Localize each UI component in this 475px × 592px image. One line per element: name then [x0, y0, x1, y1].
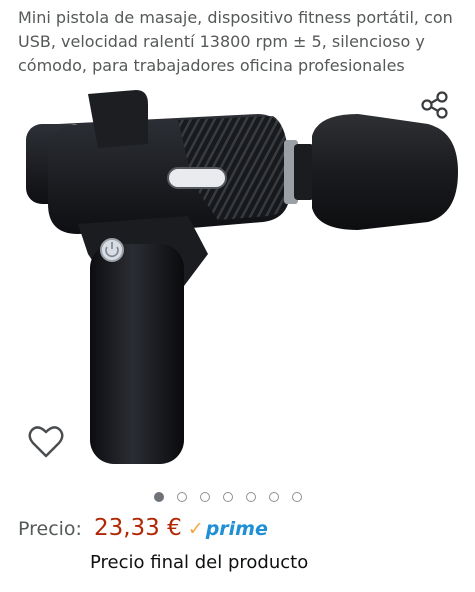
price-label: Precio: — [18, 518, 82, 540]
product-title: Mini pistola de masaje, dispositivo fitn… — [18, 8, 453, 75]
heart-outline-icon[interactable] — [26, 424, 66, 460]
final-price-note: Precio final del producto — [90, 552, 309, 573]
price-value: 23,33 € — [93, 515, 182, 541]
image-carousel-indicator[interactable] — [154, 490, 302, 504]
carousel-dot[interactable] — [223, 492, 233, 502]
carousel-dot[interactable] — [177, 492, 187, 502]
carousel-dot[interactable] — [154, 492, 164, 502]
prime-text: prime — [205, 518, 268, 540]
carousel-dot[interactable] — [200, 492, 210, 502]
prime-check-icon: ✓ — [187, 518, 204, 540]
price-row: Precio: 23,33 € ✓ prime — [18, 515, 268, 545]
carousel-dot[interactable] — [292, 492, 302, 502]
carousel-dot[interactable] — [246, 492, 256, 502]
product-image-massage-gun[interactable] — [18, 84, 458, 464]
carousel-dot[interactable] — [269, 492, 279, 502]
prime-badge: ✓ prime — [188, 518, 268, 540]
